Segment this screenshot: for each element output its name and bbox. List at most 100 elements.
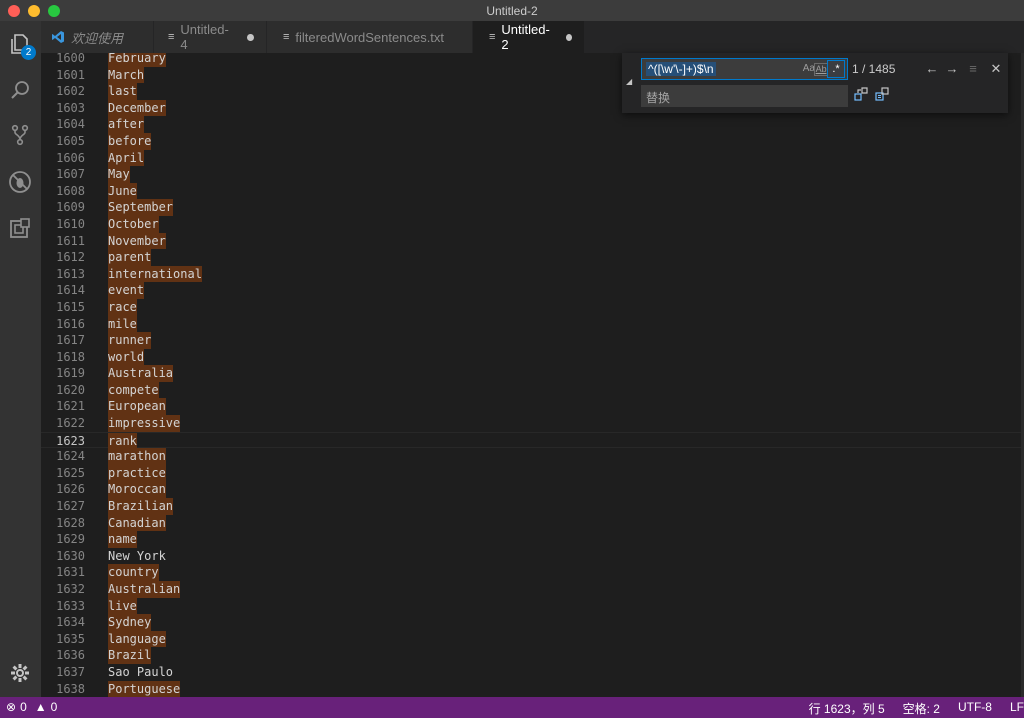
editor-line[interactable]: 1636 Brazil bbox=[41, 647, 1024, 664]
editor-line[interactable]: 1633 live bbox=[41, 597, 1024, 615]
unsaved-dot-icon[interactable] bbox=[565, 33, 572, 41]
line-text[interactable]: June bbox=[108, 182, 137, 200]
line-text[interactable]: compete bbox=[108, 381, 159, 399]
editor-line[interactable]: 1629 name bbox=[41, 531, 1024, 548]
line-text[interactable]: international bbox=[108, 265, 202, 283]
editor-lines[interactable]: 1600 February 1601 March 1602 last 1603 Decembe… bbox=[41, 53, 1024, 697]
editor-line[interactable]: 1618 world bbox=[41, 348, 1024, 366]
manage-button[interactable] bbox=[6, 659, 34, 687]
editor-line[interactable]: 1606 April bbox=[41, 149, 1024, 167]
line-text[interactable]: event bbox=[108, 282, 145, 299]
editor-line[interactable]: 1638 Portuguese bbox=[41, 680, 1024, 697]
indentation[interactable]: 空格: 2 bbox=[903, 700, 940, 717]
editor-line[interactable]: 1608 June bbox=[41, 182, 1024, 200]
replace-input[interactable]: 替换 bbox=[641, 85, 848, 107]
close-find-button[interactable]: ✕ bbox=[988, 61, 1004, 77]
line-text[interactable]: last bbox=[108, 83, 137, 100]
editor-line[interactable]: 1628 Canadian bbox=[41, 514, 1024, 532]
search-button[interactable] bbox=[6, 76, 34, 104]
problems-indicator[interactable]: ⊗ 0 ▲ 0 bbox=[6, 700, 57, 714]
line-text[interactable]: country bbox=[108, 564, 159, 581]
minimize-window-button[interactable] bbox=[28, 5, 40, 17]
line-text[interactable]: Brazil bbox=[108, 647, 152, 664]
line-text[interactable]: April bbox=[108, 149, 145, 167]
editor-line[interactable]: 1615 race bbox=[41, 298, 1024, 316]
toggle-replace-chevron-icon[interactable]: ◢ bbox=[626, 77, 632, 86]
encoding[interactable]: UTF-8 bbox=[958, 700, 992, 717]
cursor-position[interactable]: 行 1623，列 5 bbox=[809, 700, 885, 717]
editor-line[interactable]: 1632 Australian bbox=[41, 581, 1024, 598]
editor-line[interactable]: 1630 New York bbox=[41, 548, 1024, 565]
line-text[interactable]: live bbox=[108, 597, 137, 615]
line-text[interactable]: practice bbox=[108, 464, 166, 482]
line-text[interactable]: runner bbox=[108, 332, 152, 349]
line-text[interactable]: Australian bbox=[108, 581, 181, 598]
line-text[interactable]: marathon bbox=[108, 448, 166, 465]
line-text[interactable]: December bbox=[108, 99, 166, 117]
line-text[interactable]: May bbox=[108, 166, 130, 183]
editor-line[interactable]: 1634 Sydney bbox=[41, 614, 1024, 631]
editor-line[interactable]: 1637 Sao Paulo bbox=[41, 664, 1024, 681]
editor-line[interactable]: 1612 parent bbox=[41, 249, 1024, 266]
line-text[interactable]: impressive bbox=[108, 415, 181, 432]
line-text[interactable]: European bbox=[108, 398, 166, 416]
editor-line[interactable]: 1611 November bbox=[41, 232, 1024, 250]
editor-line[interactable]: 1631 country bbox=[41, 564, 1024, 581]
editor-line[interactable]: 1627 Brazilian bbox=[41, 498, 1024, 515]
line-text[interactable]: race bbox=[108, 298, 137, 316]
line-text[interactable]: world bbox=[108, 348, 145, 366]
editor-line[interactable]: 1613 international bbox=[41, 265, 1024, 283]
editor-line[interactable]: 1617 runner bbox=[41, 332, 1024, 349]
line-text[interactable]: Moroccan bbox=[108, 481, 166, 499]
line-text[interactable]: November bbox=[108, 232, 166, 250]
editor-line[interactable]: 1604 after bbox=[41, 116, 1024, 133]
line-text[interactable]: after bbox=[108, 116, 145, 133]
unsaved-dot-icon[interactable] bbox=[247, 33, 254, 41]
previous-match-button[interactable]: ← bbox=[924, 61, 940, 76]
next-match-button[interactable]: → bbox=[944, 61, 960, 76]
editor-line[interactable]: 1625 practice bbox=[41, 464, 1024, 482]
tab-untitled-4[interactable]: ≡ Untitled-4 bbox=[154, 21, 267, 53]
line-text[interactable]: October bbox=[108, 215, 159, 233]
end-of-line[interactable]: LF bbox=[1010, 700, 1024, 717]
editor-line[interactable]: 1624 marathon bbox=[41, 448, 1024, 465]
close-window-button[interactable] bbox=[8, 5, 20, 17]
line-text[interactable]: rank bbox=[108, 432, 137, 450]
replace-all-button[interactable] bbox=[874, 87, 890, 103]
line-text[interactable]: language bbox=[108, 630, 166, 648]
line-text[interactable]: Sydney bbox=[108, 614, 152, 631]
editor-line[interactable]: 1620 compete bbox=[41, 381, 1024, 399]
line-text[interactable]: September bbox=[108, 199, 174, 216]
source-control-button[interactable] bbox=[6, 121, 34, 149]
maximize-window-button[interactable] bbox=[48, 5, 60, 17]
line-text[interactable]: name bbox=[108, 531, 137, 548]
editor-line[interactable]: 1610 October bbox=[41, 215, 1024, 233]
editor[interactable]: 1600 February 1601 March 1602 last 1603 Decembe… bbox=[41, 53, 1024, 697]
editor-line[interactable]: 1635 language bbox=[41, 630, 1024, 648]
find-in-selection-button[interactable]: ≡ bbox=[965, 61, 981, 76]
editor-line[interactable]: 1607 May bbox=[41, 166, 1024, 183]
editor-line[interactable]: 1619 Australia bbox=[41, 365, 1024, 382]
editor-line[interactable]: 1623 rank bbox=[41, 431, 1024, 450]
debug-button[interactable] bbox=[6, 168, 34, 196]
editor-line[interactable]: 1622 impressive bbox=[41, 415, 1024, 432]
editor-line[interactable]: 1626 Moroccan bbox=[41, 481, 1024, 499]
line-text[interactable]: March bbox=[108, 66, 145, 84]
extensions-button[interactable] bbox=[6, 214, 34, 242]
editor-line[interactable]: 1616 mile bbox=[41, 315, 1024, 333]
editor-line[interactable]: 1621 European bbox=[41, 398, 1024, 416]
replace-button[interactable] bbox=[853, 87, 869, 103]
line-text[interactable]: Sao Paulo bbox=[108, 664, 173, 681]
editor-line[interactable]: 1609 September bbox=[41, 199, 1024, 216]
regex-toggle[interactable]: .* bbox=[827, 60, 845, 78]
line-text[interactable]: Portuguese bbox=[108, 680, 181, 697]
line-text[interactable]: New York bbox=[108, 548, 166, 565]
tab-filtered-word-sentences[interactable]: ≡ filteredWordSentences.txt bbox=[267, 21, 473, 53]
editor-line[interactable]: 1605 before bbox=[41, 132, 1024, 150]
line-text[interactable]: mile bbox=[108, 315, 137, 333]
line-text[interactable]: Brazilian bbox=[108, 498, 174, 515]
explorer-button[interactable]: 2 bbox=[6, 30, 36, 60]
find-input[interactable]: ^([\w'\-]+)$\n Aa Ab| bbox=[641, 58, 848, 80]
editor-line[interactable]: 1614 event bbox=[41, 282, 1024, 299]
tab-welcome[interactable]: 欢迎使用 bbox=[41, 21, 154, 53]
